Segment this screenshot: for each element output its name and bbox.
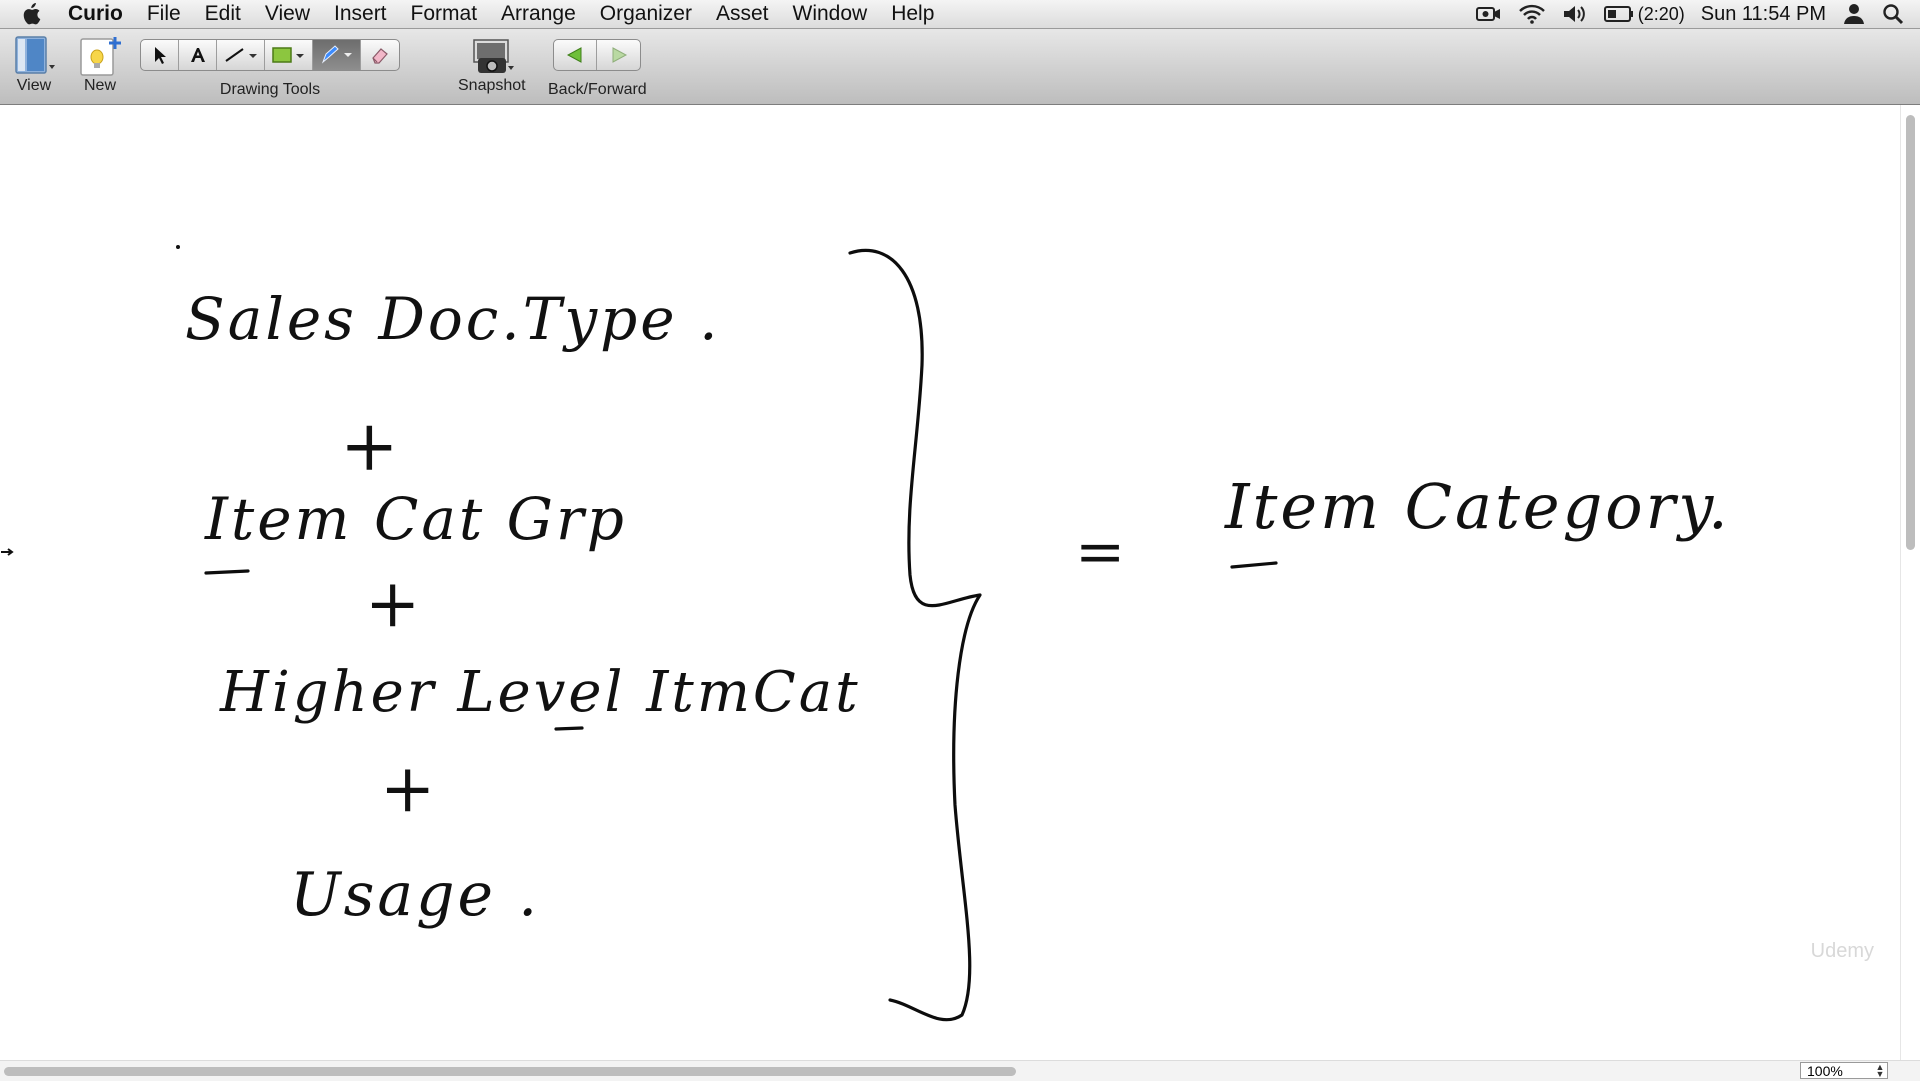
underline-item bbox=[204, 569, 250, 575]
volume-icon[interactable] bbox=[1562, 4, 1588, 24]
menubar-clock[interactable]: Sun 11:54 PM bbox=[1701, 3, 1826, 26]
ink-dot bbox=[176, 245, 180, 249]
handwriting-higher-level-itmcat: Higher Level ItmCat bbox=[220, 660, 861, 725]
pen-tool-button[interactable] bbox=[313, 40, 361, 70]
curly-brace-stroke bbox=[848, 248, 982, 1022]
handwriting-plus-3: + bbox=[380, 750, 439, 827]
vertical-scrollbar[interactable] bbox=[1900, 105, 1920, 1060]
battery-time: (2:20) bbox=[1637, 3, 1685, 24]
menu-help[interactable]: Help bbox=[879, 0, 946, 28]
horizontal-scroll-thumb[interactable] bbox=[4, 1067, 1016, 1076]
new-button[interactable] bbox=[76, 35, 124, 77]
apple-menu[interactable] bbox=[0, 3, 62, 25]
new-caption: New bbox=[83, 77, 116, 94]
shape-tool-icon bbox=[271, 47, 304, 63]
menu-bar: Curio File Edit View Insert Format Arran… bbox=[0, 0, 1920, 29]
snapshot-camera-icon bbox=[473, 39, 514, 73]
handwriting-sales-doc-type: Sales Doc.Type . bbox=[185, 285, 721, 353]
status-menus: (2:20) Sun 11:54 PM bbox=[1475, 0, 1920, 28]
battery-icon bbox=[1603, 6, 1633, 22]
wifi-icon[interactable] bbox=[1518, 4, 1546, 24]
snapshot-caption: Snapshot bbox=[458, 77, 526, 94]
spotlight-search-icon[interactable] bbox=[1882, 3, 1904, 25]
zoom-control[interactable]: 100% ▲ ▼ bbox=[1800, 1062, 1888, 1079]
menu-arrange[interactable]: Arrange bbox=[489, 0, 588, 28]
menu-format[interactable]: Format bbox=[399, 0, 490, 28]
user-icon[interactable] bbox=[1842, 3, 1866, 25]
text-tool-icon bbox=[190, 48, 205, 62]
text-tool-button[interactable] bbox=[179, 40, 217, 70]
forward-button[interactable] bbox=[597, 40, 640, 70]
bottom-bar: 100% ▲ ▼ bbox=[0, 1060, 1920, 1081]
ink-strokes-layer bbox=[176, 245, 1278, 1022]
snapshot-button[interactable] bbox=[468, 35, 516, 77]
new-idea-icon bbox=[80, 37, 121, 76]
drawing-tools-segmented-control bbox=[140, 39, 400, 71]
eraser-tool-icon bbox=[372, 48, 388, 64]
screen-record-icon[interactable] bbox=[1475, 5, 1502, 23]
view-icon bbox=[15, 36, 55, 74]
forward-arrow-icon bbox=[612, 47, 627, 63]
menu-asset[interactable]: Asset bbox=[704, 0, 781, 28]
menu-view[interactable]: View bbox=[253, 0, 322, 28]
handwriting-usage: Usage . bbox=[290, 860, 541, 930]
new-toolbar-item[interactable]: New bbox=[76, 35, 124, 95]
apple-icon bbox=[23, 3, 41, 25]
select-tool-button[interactable] bbox=[141, 40, 179, 70]
menu-insert[interactable]: Insert bbox=[322, 0, 399, 28]
handwriting-plus-2: + bbox=[365, 565, 424, 642]
vertical-scroll-thumb[interactable] bbox=[1906, 115, 1915, 550]
view-toolbar-item[interactable]: View bbox=[10, 35, 58, 95]
handwriting-item-category: Item Category. bbox=[1225, 470, 1731, 543]
underline-result bbox=[1230, 561, 1278, 569]
view-caption: View bbox=[16, 77, 52, 94]
back-forward-caption: Back/Forward bbox=[548, 81, 647, 98]
drawing-tools-caption: Drawing Tools bbox=[219, 81, 321, 98]
eraser-tool-button[interactable] bbox=[361, 40, 399, 70]
menu-file[interactable]: File bbox=[135, 0, 193, 28]
menu-window[interactable]: Window bbox=[781, 0, 880, 28]
handwriting-plus-1: + bbox=[340, 405, 402, 487]
snapshot-toolbar-item[interactable]: Snapshot bbox=[458, 35, 526, 95]
zoom-level: 100% bbox=[1807, 1062, 1843, 1079]
back-button[interactable] bbox=[554, 40, 598, 70]
drawing-tools-group: Drawing Tools bbox=[140, 39, 400, 99]
shape-tool-button[interactable] bbox=[265, 40, 313, 70]
back-arrow-icon bbox=[567, 47, 582, 63]
menu-app-name[interactable]: Curio bbox=[62, 0, 135, 28]
zoom-stepper-icon[interactable]: ▲ ▼ bbox=[1873, 1062, 1887, 1078]
battery-status[interactable]: (2:20) bbox=[1603, 3, 1685, 25]
line-tool-icon bbox=[224, 48, 257, 62]
underline-itm bbox=[554, 726, 584, 731]
line-tool-button[interactable] bbox=[217, 40, 265, 70]
toolbar: View New Drawing Tools Snapshot Back/For… bbox=[0, 29, 1920, 105]
pen-tool-icon bbox=[321, 45, 352, 64]
menu-edit[interactable]: Edit bbox=[193, 0, 253, 28]
select-tool-icon bbox=[154, 47, 166, 64]
resize-cursor-icon bbox=[1, 548, 14, 556]
udemy-watermark: Udemy bbox=[1810, 940, 1874, 962]
idea-space-canvas[interactable]: Sales Doc.Type . + Item Cat Grp + Higher… bbox=[0, 105, 1900, 1060]
back-forward-segmented-control bbox=[553, 39, 642, 71]
handwriting-equals: = bbox=[1075, 517, 1129, 587]
view-button[interactable] bbox=[10, 35, 58, 77]
menu-organizer[interactable]: Organizer bbox=[588, 0, 704, 28]
back-forward-group: Back/Forward bbox=[548, 39, 647, 99]
handwriting-item-cat-grp: Item Cat Grp bbox=[205, 485, 627, 553]
